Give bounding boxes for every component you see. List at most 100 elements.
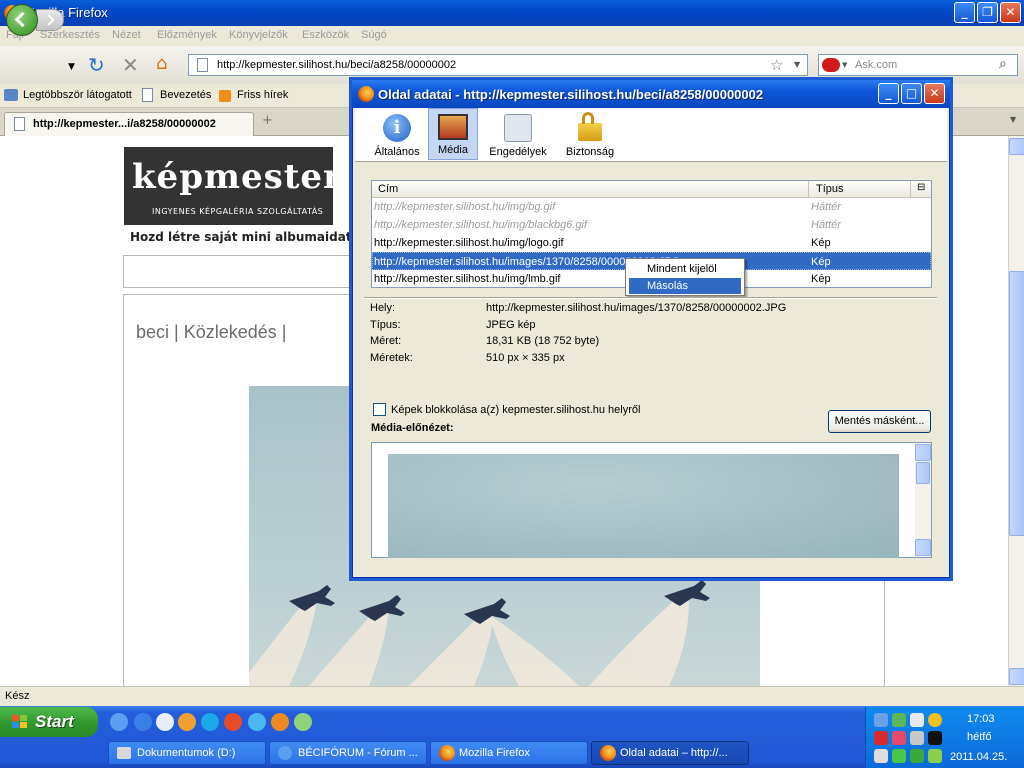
search-icon[interactable]: ⌕ xyxy=(999,56,1007,72)
restore-button[interactable]: ❐ xyxy=(977,2,998,23)
menu-tools[interactable]: Eszközök xyxy=(302,29,349,41)
search-input[interactable]: ▼ Ask.com ⌕ xyxy=(818,54,1018,76)
tab-permissions[interactable]: Engedélyek xyxy=(488,109,548,161)
firefox-icon xyxy=(600,745,616,761)
column-type[interactable]: Típus xyxy=(816,183,844,195)
quicklaunch-icon[interactable] xyxy=(224,713,242,731)
close-button[interactable]: ✕ xyxy=(1000,2,1021,23)
column-picker-icon[interactable]: ⊟ xyxy=(917,182,925,193)
type-label: Típus: xyxy=(370,319,401,331)
task-documents[interactable]: Dokumentumok (D:) xyxy=(108,741,266,765)
tab-current[interactable]: http://kepmester...i/a8258/00000002 xyxy=(4,112,254,136)
block-images-checkbox[interactable] xyxy=(373,403,386,416)
tab-general[interactable]: i Általános xyxy=(371,109,423,161)
size-label: Méret: xyxy=(370,335,402,347)
site-logo[interactable]: képmester INGYENES KÉPGALÉRIA SZOLGÁLTAT… xyxy=(124,147,341,225)
shield-icon[interactable] xyxy=(928,713,942,727)
dialog-close-button[interactable]: ✕ xyxy=(924,83,945,104)
table-row[interactable]: http://kepmester.silihost.hu/img/bg.gif … xyxy=(372,198,931,216)
tray-icon[interactable] xyxy=(892,731,906,745)
logo-tagline: INGYENES KÉPGALÉRIA SZOLGÁLTATÁS xyxy=(152,207,324,216)
table-row[interactable]: http://kepmester.silihost.hu/img/blackbg… xyxy=(372,216,931,234)
engine-dropdown-icon[interactable]: ▼ xyxy=(842,61,847,69)
firefox-icon[interactable] xyxy=(271,713,289,731)
task-forum[interactable]: BÉCIFÓRUM - Fórum ... xyxy=(269,741,427,765)
dialog-maximize-button[interactable]: □ xyxy=(901,83,922,104)
type-value: JPEG kép xyxy=(486,319,536,331)
task-firefox[interactable]: Mozilla Firefox xyxy=(430,741,588,765)
url-dropdown-icon[interactable]: ▼ xyxy=(794,60,800,69)
history-dropdown-icon[interactable]: ▼ xyxy=(68,62,75,72)
save-as-button[interactable]: Mentés másként... xyxy=(828,410,931,433)
clock-time[interactable]: 17:03 xyxy=(967,713,995,725)
system-tray: 17:03 hétfő 2011.04.25. xyxy=(865,707,1024,768)
bookmark-news[interactable]: Friss hírek xyxy=(237,89,288,101)
dimensions-label: Méretek: xyxy=(370,352,413,364)
forward-button[interactable] xyxy=(36,9,64,31)
page-icon xyxy=(197,58,208,72)
skype-icon[interactable] xyxy=(201,713,219,731)
acrobat-icon[interactable] xyxy=(874,731,888,745)
stop-icon[interactable]: ✕ xyxy=(122,53,139,77)
quicklaunch-icon[interactable] xyxy=(178,713,196,731)
bookmark-star-icon[interactable]: ☆ xyxy=(770,56,783,74)
tray-icon[interactable] xyxy=(892,749,906,763)
url-input[interactable]: http://kepmester.silihost.hu/beci/a8258/… xyxy=(188,54,808,76)
network-icon[interactable] xyxy=(874,713,888,727)
firefox-icon xyxy=(439,745,455,761)
column-title[interactable]: Cím xyxy=(378,183,398,195)
quicklaunch-icon[interactable] xyxy=(294,713,312,731)
url-text: http://kepmester.silihost.hu/beci/a8258/… xyxy=(217,59,457,71)
tray-icon[interactable] xyxy=(910,713,924,727)
warning-icon[interactable] xyxy=(928,731,942,745)
menu-item-select-all[interactable]: Mindent kijelöl xyxy=(629,261,741,277)
block-images-label[interactable]: Képek blokkolása a(z) kepmester.silihost… xyxy=(391,404,640,416)
preview-scroll-up[interactable] xyxy=(915,444,931,461)
new-tab-button[interactable]: + xyxy=(262,113,273,128)
task-page-info[interactable]: Oldal adatai – http://... xyxy=(591,741,749,765)
tray-icon[interactable] xyxy=(928,749,942,763)
menu-help[interactable]: Súgó xyxy=(361,29,387,41)
clock-day: hétfő xyxy=(967,731,992,743)
table-row[interactable]: http://kepmester.silihost.hu/img/logo.gi… xyxy=(372,234,931,252)
quicklaunch-icon[interactable] xyxy=(110,713,128,731)
tab-media[interactable]: Média xyxy=(428,108,478,160)
tab-security[interactable]: Biztonság xyxy=(561,109,619,161)
dialog-title: Oldal adatai - http://kepmester.silihost… xyxy=(378,87,764,102)
page-icon xyxy=(142,88,153,102)
preview-scroll-down[interactable] xyxy=(915,539,931,556)
scroll-thumb[interactable] xyxy=(1009,271,1024,536)
tray-icon[interactable] xyxy=(910,749,924,763)
scroll-up-button[interactable] xyxy=(1009,138,1024,155)
film-icon xyxy=(438,114,468,140)
back-button[interactable] xyxy=(6,4,38,36)
quicklaunch-icon[interactable] xyxy=(248,713,266,731)
search-placeholder: Ask.com xyxy=(855,59,898,71)
reload-icon[interactable]: ↻ xyxy=(88,53,105,77)
menu-item-copy[interactable]: Másolás xyxy=(629,278,741,294)
tab-list-icon[interactable]: ▼ xyxy=(1010,115,1016,124)
dialog-minimize-button[interactable]: _ xyxy=(878,83,899,104)
dialog-titlebar[interactable]: Oldal adatai - http://kepmester.silihost… xyxy=(352,80,950,108)
ask-engine-icon[interactable] xyxy=(822,58,840,72)
menu-view[interactable]: Nézet xyxy=(112,29,141,41)
bookmark-most-visited[interactable]: Legtöbbször látogatott xyxy=(23,89,132,101)
ie-icon xyxy=(278,746,292,760)
minimize-button[interactable]: _ xyxy=(954,2,975,23)
volume-icon[interactable] xyxy=(874,749,888,763)
preview-scrollbar[interactable] xyxy=(915,443,931,557)
bookmark-introduction[interactable]: Bevezetés xyxy=(160,89,211,101)
ie-icon[interactable] xyxy=(134,713,152,731)
scroll-down-button[interactable] xyxy=(1009,668,1024,685)
preview-scroll-thumb[interactable] xyxy=(916,462,930,484)
home-icon[interactable]: ⌂ xyxy=(156,53,167,74)
menu-history[interactable]: Előzmények xyxy=(157,29,217,41)
menu-bookmarks[interactable]: Könyvjelzők xyxy=(229,29,288,41)
page-scrollbar[interactable] xyxy=(1008,136,1024,686)
media-player-icon[interactable] xyxy=(156,713,174,731)
breadcrumb[interactable]: beci | Közlekedés | xyxy=(136,322,286,343)
tray-icon[interactable] xyxy=(910,731,924,745)
page-icon xyxy=(14,117,25,131)
tray-icon[interactable] xyxy=(892,713,906,727)
tab-title: http://kepmester...i/a8258/00000002 xyxy=(33,118,216,130)
